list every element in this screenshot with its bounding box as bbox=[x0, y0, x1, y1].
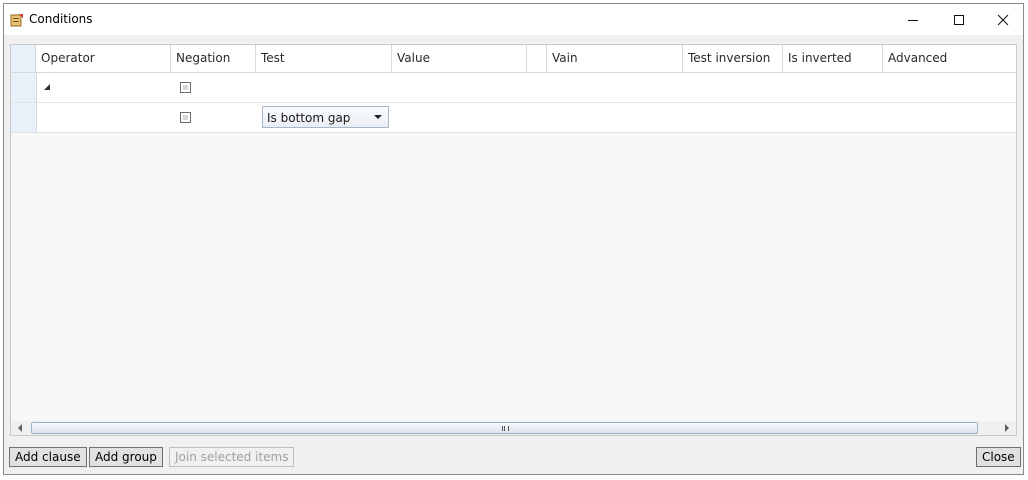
conditions-window: Conditions Operator Negation Test Value … bbox=[3, 3, 1024, 475]
column-header-test-inversion[interactable]: Test inversion bbox=[683, 45, 783, 72]
column-header-operator[interactable]: Operator bbox=[36, 45, 171, 72]
close-button[interactable]: Close bbox=[976, 447, 1021, 467]
scroll-left-button[interactable] bbox=[11, 421, 29, 435]
add-clause-button[interactable]: Add clause bbox=[9, 447, 87, 467]
minimize-button[interactable] bbox=[890, 4, 936, 35]
row-header-corner bbox=[11, 45, 36, 72]
close-window-button[interactable] bbox=[980, 4, 1026, 35]
scrollbar-grip-icon bbox=[502, 426, 509, 431]
negation-checkbox[interactable] bbox=[180, 82, 191, 93]
column-header-value[interactable]: Value bbox=[392, 45, 527, 72]
dropdown-arrow-icon bbox=[374, 115, 382, 119]
table-row-clause[interactable]: Is bottom gap bbox=[11, 103, 1016, 133]
horizontal-scrollbar[interactable] bbox=[11, 421, 1016, 435]
column-header-blank[interactable] bbox=[527, 45, 547, 72]
scroll-left-icon bbox=[18, 424, 22, 432]
row-header[interactable] bbox=[11, 103, 37, 132]
scroll-right-icon bbox=[1005, 424, 1009, 432]
conditions-grid: Operator Negation Test Value Vain Test i… bbox=[10, 44, 1017, 436]
window-title: Conditions bbox=[29, 12, 93, 26]
column-header-advanced[interactable]: Advanced bbox=[883, 45, 1016, 72]
add-group-button[interactable]: Add group bbox=[89, 447, 163, 467]
title-bar: Conditions bbox=[4, 4, 1023, 35]
conditions-app-icon bbox=[10, 14, 23, 27]
grid-header: Operator Negation Test Value Vain Test i… bbox=[11, 45, 1016, 73]
test-dropdown-value: Is bottom gap bbox=[267, 111, 351, 125]
expand-collapse-icon[interactable] bbox=[44, 84, 50, 90]
column-header-negation[interactable]: Negation bbox=[171, 45, 256, 72]
column-header-is-inverted[interactable]: Is inverted bbox=[783, 45, 883, 72]
test-dropdown[interactable]: Is bottom gap bbox=[262, 106, 389, 128]
close-icon bbox=[997, 14, 1009, 25]
scroll-right-button[interactable] bbox=[998, 421, 1016, 435]
maximize-icon bbox=[954, 14, 964, 25]
minimize-icon bbox=[908, 19, 918, 21]
column-header-vain[interactable]: Vain bbox=[547, 45, 683, 72]
maximize-button[interactable] bbox=[936, 4, 982, 35]
negation-checkbox[interactable] bbox=[180, 112, 191, 123]
scrollbar-thumb[interactable] bbox=[31, 422, 978, 434]
column-header-test[interactable]: Test bbox=[256, 45, 392, 72]
row-header[interactable] bbox=[11, 73, 37, 102]
table-row-group[interactable] bbox=[11, 73, 1016, 103]
join-selected-items-button[interactable]: Join selected items bbox=[169, 447, 295, 467]
